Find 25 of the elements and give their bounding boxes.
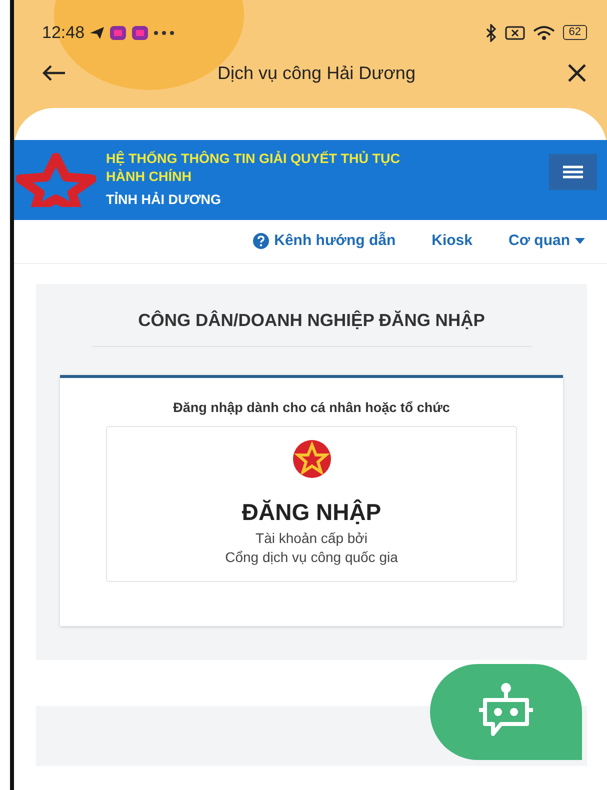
login-button[interactable]: ĐĂNG NHẬP Tài khoản cấp bởi Cổng dịch vụ công quốc gia [106,426,517,582]
nav-link[interactable]: Kênh hướng dẫn [253,230,396,252]
bluetooth-icon [484,24,497,42]
app-title: Dịch vụ công Hải Dương [218,62,416,85]
system-title: HỆ THỐNG THÔNG TIN GIẢI QUYẾT THỦ TỤC HÀNH CHÍNH [106,150,401,186]
status-time: 12:48 [42,22,85,44]
menu-icon [563,165,583,179]
login-subtitle: Đăng nhập dành cho cá nhân hoặc tổ chức [172,398,451,417]
close-icon [566,62,587,83]
caret-icon [575,238,585,244]
send-icon [88,26,105,40]
help-icon [253,233,270,250]
star-logo-icon [16,153,96,207]
nav-link[interactable]: Cơ quan [508,230,585,252]
emblem-icon [292,438,332,479]
wifi-icon [532,24,555,41]
nav-link[interactable]: Kiosk [432,230,472,252]
menu-button[interactable] [549,154,597,190]
sim-icon [504,24,525,41]
back-arrow-icon [42,64,66,82]
chatbot-button[interactable] [430,664,582,760]
panel-title: CÔNG DÂN/DOANH NGHIỆP ĐĂNG NHẬP [92,310,532,346]
more-icon [152,30,175,36]
province-name: TỈNH HẢI DƯƠNG [106,190,222,209]
battery-indicator: 62 [562,25,587,40]
